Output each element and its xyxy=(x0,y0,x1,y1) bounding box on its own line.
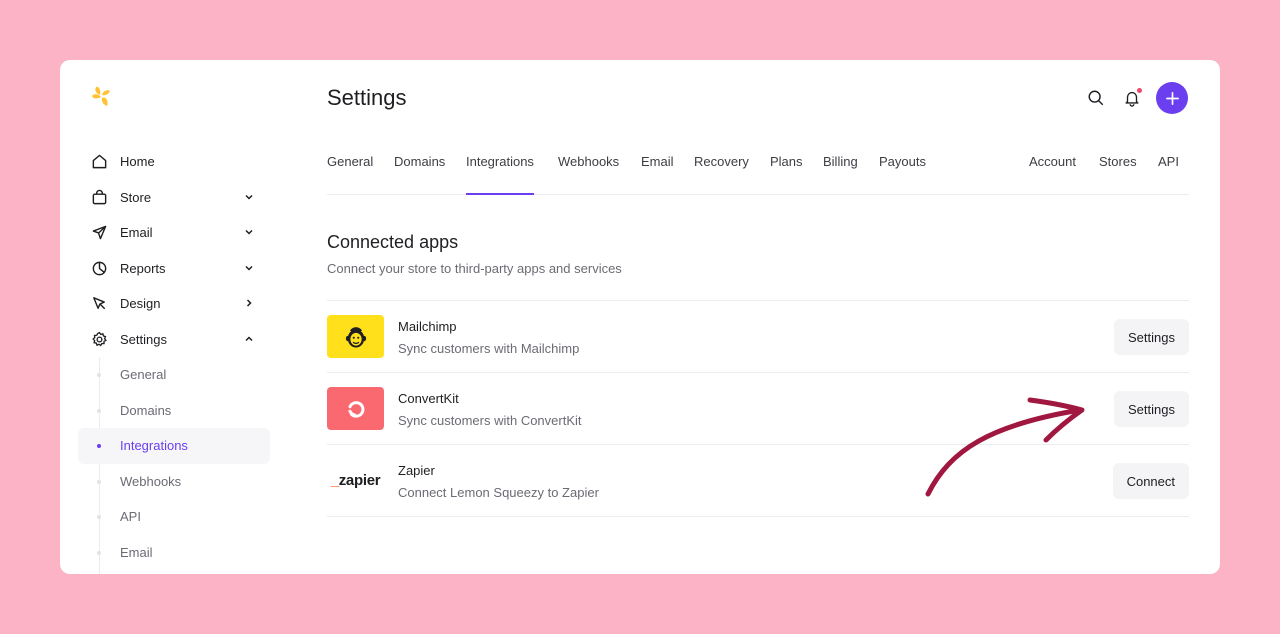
chevron-up-icon[interactable] xyxy=(242,332,256,346)
tab-general[interactable]: General xyxy=(327,144,373,194)
submenu-item-integrations[interactable]: Integrations xyxy=(78,428,270,464)
sidebar-item-label: Settings xyxy=(120,331,167,347)
zapier-logo-underscore: _ xyxy=(330,472,339,489)
submenu-item-email[interactable]: Email xyxy=(78,535,270,571)
chevron-down-icon[interactable] xyxy=(242,190,256,204)
app-description: Connect Lemon Squeezy to Zapier xyxy=(398,485,599,500)
submenu-item-label: Domains xyxy=(120,402,172,418)
submenu-item-label: API xyxy=(120,509,141,525)
tab-domains[interactable]: Domains xyxy=(394,144,445,194)
submenu-dot-active xyxy=(97,444,101,448)
submenu-item-label: Webhooks xyxy=(120,473,182,489)
page-title: Settings xyxy=(327,85,407,110)
sidebar-item-label: Store xyxy=(120,189,152,205)
submenu-dot xyxy=(97,550,101,555)
app-window: Home Store Email Reports Design Settings… xyxy=(60,60,1220,574)
submenu-dot xyxy=(97,515,101,519)
tab-account[interactable]: Account xyxy=(1029,144,1076,194)
convertkit-settings-button[interactable]: Settings xyxy=(1114,391,1189,427)
sidebar-item-label: Design xyxy=(120,296,161,312)
sidebar-item-store[interactable]: Store xyxy=(78,180,270,216)
sidebar-item-label: Home xyxy=(120,154,155,170)
submenu-item-label: Integrations xyxy=(120,438,188,454)
sidebar-item-reports[interactable]: Reports xyxy=(78,251,270,287)
tab-email[interactable]: Email xyxy=(641,144,674,194)
tab-webhooks[interactable]: Webhooks xyxy=(558,144,619,194)
sidebar-item-settings[interactable]: Settings xyxy=(78,322,270,358)
tab-billing[interactable]: Billing xyxy=(823,144,858,194)
home-icon xyxy=(90,153,108,171)
tab-plans[interactable]: Plans xyxy=(770,144,803,194)
sidebar-item-home[interactable]: Home xyxy=(78,144,270,180)
submenu-item-label: General xyxy=(120,367,167,383)
chevron-down-icon[interactable] xyxy=(242,261,256,275)
plus-icon xyxy=(1165,91,1179,105)
mailchimp-settings-button[interactable]: Settings xyxy=(1114,319,1189,355)
sidebar-item-label: Email xyxy=(120,225,153,241)
cursor-icon xyxy=(90,295,108,313)
list-item: _zapier Zapier Connect Lemon Squeezy to … xyxy=(327,445,1189,517)
submenu-item-api[interactable]: API xyxy=(78,499,270,535)
submenu-item-label: Email xyxy=(120,544,153,560)
section-subtitle: Connect your store to third-party apps a… xyxy=(327,261,622,276)
section-title: Connected apps xyxy=(327,232,459,252)
add-button[interactable] xyxy=(1156,82,1188,114)
app-name: ConvertKit xyxy=(398,391,459,406)
mailchimp-logo xyxy=(327,315,384,358)
settings-submenu: General Domains Integrations Webhooks AP… xyxy=(78,357,270,574)
tab-stores[interactable]: Stores xyxy=(1099,144,1137,194)
app-name: Mailchimp xyxy=(398,319,457,334)
bell-icon[interactable] xyxy=(1122,88,1142,108)
lemon-squeezy-logo[interactable] xyxy=(90,84,114,112)
submenu-item-domains[interactable]: Domains xyxy=(78,393,270,429)
list-item: Mailchimp Sync customers with Mailchimp … xyxy=(327,301,1189,373)
bag-icon xyxy=(90,188,108,206)
submenu-dot xyxy=(97,408,101,413)
submenu-item-general[interactable]: General xyxy=(78,357,270,393)
app-name: Zapier xyxy=(398,463,435,478)
submenu-dot xyxy=(97,479,101,484)
sidebar-item-label: Reports xyxy=(120,260,166,276)
list-item: ConvertKit Sync customers with ConvertKi… xyxy=(327,373,1189,445)
send-icon xyxy=(90,224,108,242)
pie-chart-icon xyxy=(90,259,108,277)
settings-tabs: General Domains Integrations Webhooks Em… xyxy=(327,144,1189,195)
app-description: Sync customers with Mailchimp xyxy=(398,341,580,356)
zapier-logo: _zapier xyxy=(327,459,384,502)
submenu-item-webhooks[interactable]: Webhooks xyxy=(78,464,270,500)
tab-integrations[interactable]: Integrations xyxy=(466,144,534,195)
search-icon[interactable] xyxy=(1086,88,1106,108)
connected-apps-list: Mailchimp Sync customers with Mailchimp … xyxy=(327,300,1189,517)
tab-payouts[interactable]: Payouts xyxy=(879,144,926,194)
notification-dot xyxy=(1137,88,1142,93)
tab-api[interactable]: API xyxy=(1158,144,1179,194)
zapier-connect-button[interactable]: Connect xyxy=(1112,463,1189,499)
tab-recovery[interactable]: Recovery xyxy=(694,144,749,194)
zapier-logo-text: zapier xyxy=(338,472,381,489)
sidebar-item-design[interactable]: Design xyxy=(78,286,270,322)
submenu-dot xyxy=(97,373,101,377)
chevron-right-icon[interactable] xyxy=(242,296,256,310)
sidebar-item-email[interactable]: Email xyxy=(78,215,270,251)
gear-icon xyxy=(90,330,108,348)
app-description: Sync customers with ConvertKit xyxy=(398,413,582,428)
sidebar-nav: Home Store Email Reports Design Settings… xyxy=(78,144,270,574)
convertkit-logo xyxy=(327,387,384,430)
chevron-down-icon[interactable] xyxy=(242,225,256,239)
